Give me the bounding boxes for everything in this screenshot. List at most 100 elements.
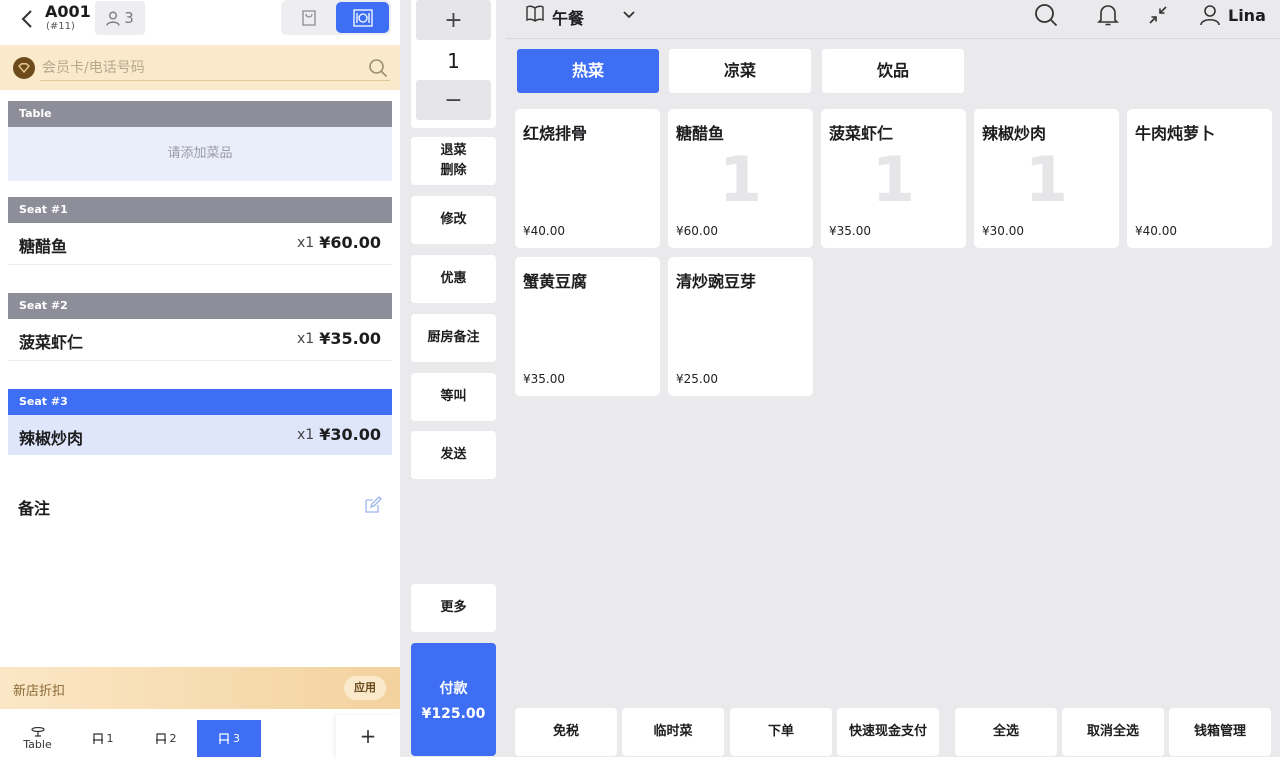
member-search-input[interactable] — [40, 55, 390, 81]
guest-count-button[interactable]: 3 — [95, 1, 145, 35]
cash-drawer-button[interactable]: 钱箱管理 — [1169, 708, 1271, 756]
more-button[interactable]: 更多 — [411, 584, 496, 632]
dish-card[interactable]: 红烧排骨 ¥40.00 — [515, 109, 660, 248]
pay-button[interactable]: 付款 ¥125.00 — [411, 643, 496, 756]
quantity-stepper: + 1 − — [411, 0, 496, 128]
hold-button[interactable]: 等叫 — [411, 373, 496, 421]
back-arrow-icon[interactable] — [18, 8, 38, 30]
dine-in-icon — [352, 8, 373, 27]
dish-card[interactable]: 1 糖醋鱼 ¥60.00 — [668, 109, 813, 248]
section-header-seat-3[interactable]: Seat #3 — [8, 389, 392, 415]
void-label: 退菜 — [440, 143, 467, 158]
dish-count: 1 — [1024, 143, 1069, 216]
category-tab-cold[interactable]: 凉菜 — [669, 49, 811, 93]
chair-icon — [155, 732, 166, 744]
seat-tab-1[interactable]: 1 — [80, 720, 125, 757]
apply-promo-button[interactable]: 应用 — [344, 676, 386, 700]
dish-card[interactable]: 蟹黄豆腐 ¥35.00 — [515, 257, 660, 396]
order-item-price: ¥30.00 — [319, 425, 381, 444]
pay-label: 付款 — [439, 681, 468, 697]
promo-label: 新店折扣 — [13, 684, 66, 699]
bell-icon[interactable] — [1097, 3, 1119, 27]
pay-amount: ¥125.00 — [421, 706, 486, 722]
dish-card[interactable]: 1 辣椒炒肉 ¥30.00 — [974, 109, 1119, 248]
order-item-name: 菠菜虾仁 — [19, 333, 84, 352]
seat-tab-label: 2 — [169, 732, 177, 745]
dine-in-mode-button[interactable] — [336, 2, 389, 33]
menu-book-icon — [526, 5, 544, 22]
dish-card[interactable]: 牛肉炖萝卜 ¥40.00 — [1127, 109, 1272, 248]
seat-tab-2[interactable]: 2 — [143, 720, 188, 757]
user-icon[interactable] — [1199, 4, 1221, 26]
modify-button[interactable]: 修改 — [411, 196, 496, 244]
dish-price: ¥35.00 — [523, 372, 565, 386]
order-item-name: 糖醋鱼 — [19, 237, 68, 256]
promo-bar: 新店折扣 应用 — [0, 667, 400, 709]
kitchen-note-button[interactable]: 厨房备注 — [411, 314, 496, 362]
search-icon[interactable] — [368, 58, 388, 78]
chair-icon — [92, 732, 103, 744]
dish-price: ¥30.00 — [982, 224, 1024, 238]
table-icon — [30, 726, 45, 737]
guest-count: 3 — [124, 9, 134, 27]
order-item-row[interactable]: 糖醋鱼 x1 ¥60.00 — [8, 223, 392, 265]
seat-tab-label: Table — [23, 737, 52, 751]
order-item-row-selected[interactable]: 辣椒炒肉 x1 ¥30.00 — [8, 415, 392, 455]
chevron-down-icon[interactable] — [622, 8, 636, 22]
order-item-name: 辣椒炒肉 — [19, 429, 84, 448]
order-number: A001 — [45, 2, 91, 21]
dish-count: 1 — [718, 143, 763, 216]
increase-qty-button[interactable]: + — [416, 0, 491, 40]
deselect-all-button[interactable]: 取消全选 — [1062, 708, 1164, 756]
order-header: A001 (#11) 3 — [0, 0, 400, 44]
dish-card[interactable]: 1 菠菜虾仁 ¥35.00 — [821, 109, 966, 248]
search-icon[interactable] — [1034, 3, 1058, 27]
add-seat-button[interactable]: + — [336, 715, 400, 757]
takeout-mode-button[interactable] — [281, 0, 337, 35]
delete-label: 删除 — [440, 163, 467, 178]
send-button[interactable]: 发送 — [411, 431, 496, 479]
quick-cash-pay-button[interactable]: 快速现金支付 — [837, 708, 939, 756]
tax-exempt-button[interactable]: 免税 — [515, 708, 617, 756]
dish-name: 牛肉炖萝卜 — [1135, 124, 1216, 143]
order-mode-toggle — [281, 0, 391, 35]
decrease-qty-button[interactable]: − — [416, 80, 491, 120]
seat-tab-3[interactable]: 3 — [197, 720, 261, 757]
dish-price: ¥25.00 — [676, 372, 718, 386]
order-item-row[interactable]: 菠菜虾仁 x1 ¥35.00 — [8, 319, 392, 361]
table-empty-placeholder: 请添加菜品 — [8, 127, 392, 181]
dish-count: 1 — [871, 143, 916, 216]
order-panel: A001 (#11) 3 Table 请添加菜品 Seat #1 糖醋鱼 x1 … — [0, 0, 400, 757]
dish-price: ¥60.00 — [676, 224, 718, 238]
dish-price: ¥40.00 — [1135, 224, 1177, 238]
discount-button[interactable]: 优惠 — [411, 255, 496, 303]
dish-name: 辣椒炒肉 — [982, 124, 1047, 143]
notes-label: 备注 — [18, 499, 51, 518]
menu-selector[interactable]: 午餐 — [552, 5, 584, 29]
void-delete-button[interactable]: 退菜 删除 — [411, 137, 496, 185]
dish-price: ¥35.00 — [829, 224, 871, 238]
seat-tab-table[interactable]: Table — [10, 720, 65, 757]
order-item-qty: x1 — [297, 235, 315, 251]
person-icon — [106, 11, 120, 26]
dish-name: 红烧排骨 — [523, 124, 588, 143]
section-header-seat-1[interactable]: Seat #1 — [8, 197, 392, 223]
category-tab-drinks[interactable]: 饮品 — [822, 49, 964, 93]
collapse-icon[interactable] — [1148, 5, 1168, 25]
edit-icon[interactable] — [364, 496, 382, 514]
open-item-button[interactable]: 临时菜 — [622, 708, 724, 756]
seat-tab-label: 3 — [233, 732, 240, 745]
order-item-qty: x1 — [297, 331, 315, 347]
username[interactable]: Lina — [1228, 6, 1266, 25]
category-tab-hot[interactable]: 热菜 — [517, 49, 659, 93]
order-sequence: (#11) — [46, 21, 75, 32]
section-header-table[interactable]: Table — [8, 101, 392, 127]
dish-name: 菠菜虾仁 — [829, 124, 894, 143]
seat-tab-label: 1 — [106, 732, 114, 745]
dish-name: 清炒豌豆芽 — [676, 272, 757, 291]
select-all-button[interactable]: 全选 — [955, 708, 1057, 756]
shopping-bag-icon — [302, 9, 316, 26]
place-order-button[interactable]: 下单 — [730, 708, 832, 756]
dish-card[interactable]: 清炒豌豆芽 ¥25.00 — [668, 257, 813, 396]
section-header-seat-2[interactable]: Seat #2 — [8, 293, 392, 319]
